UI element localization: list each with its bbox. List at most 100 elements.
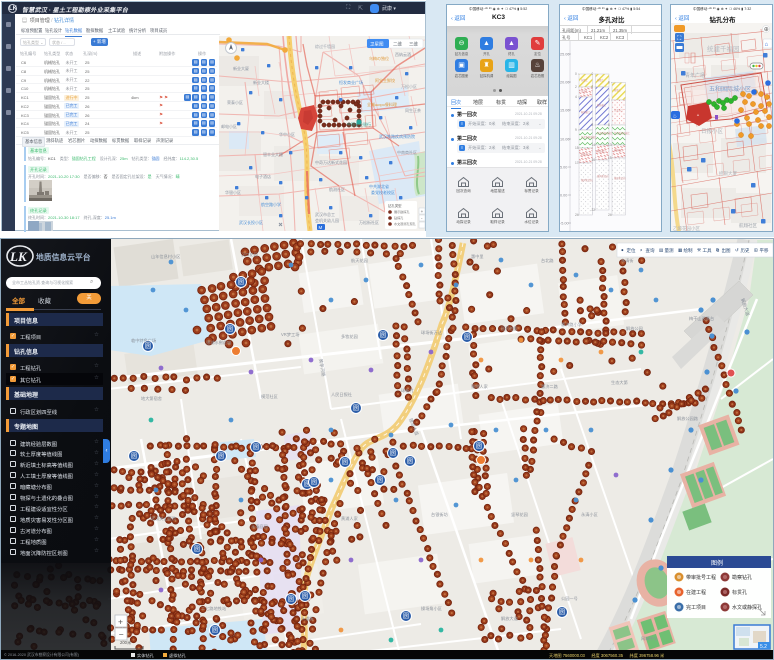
svg-text:LK: LK <box>9 249 28 264</box>
svg-text:恒发商业广场: 恒发商业广场 <box>339 79 363 85</box>
svg-text:模范社区: 模范社区 <box>261 393 278 400</box>
svg-text:囻: 囻 <box>194 546 200 553</box>
svg-text:量测: 量测 <box>665 247 674 254</box>
svg-text:20.00: 20.00 <box>560 81 570 85</box>
svg-text:囻: 囻 <box>342 459 348 466</box>
svg-text:邮电小区: 邮电小区 <box>221 123 237 129</box>
svg-text:勘察钻孔: 勘察钻孔 <box>732 574 752 581</box>
svg-text:永清庭园: 永清庭园 <box>251 523 268 530</box>
svg-text:惠济二路: 惠济二路 <box>541 383 559 390</box>
svg-text:航天花园: 航天花园 <box>351 257 368 264</box>
svg-text:钻探孔: 钻探孔 <box>394 215 403 220</box>
svg-text:0: 0 <box>592 72 594 76</box>
svg-text:0: 0 <box>608 81 610 85</box>
svg-text:武汉关山医院: 武汉关山医院 <box>151 515 177 522</box>
svg-text:♨: ♨ <box>673 114 677 120</box>
svg-text:中共湖北省: 中共湖北省 <box>369 183 389 189</box>
svg-text:万松街社区: 万松街社区 <box>359 219 379 225</box>
svg-text:历史: 历史 <box>741 247 750 254</box>
svg-text:带审批号工程: 带审批号工程 <box>686 574 716 581</box>
svg-text:武汉铁路疾病预防院: 武汉铁路疾病预防院 <box>379 133 415 139</box>
svg-text:●: ● <box>621 248 624 253</box>
svg-text:⊕: ⊕ <box>764 27 769 33</box>
svg-text:▤: ▤ <box>659 248 664 253</box>
svg-text:水文观测孔现孔: 水文观测孔现孔 <box>394 221 416 226</box>
svg-text:统建千福园: 统建千福园 <box>707 44 740 53</box>
svg-text:汉口花园: 汉口花园 <box>241 251 258 258</box>
svg-text:囻: 囻 <box>476 443 482 450</box>
svg-text:囻: 囻 <box>302 593 308 600</box>
svg-text:台银街坊: 台银街坊 <box>431 511 448 518</box>
svg-text:惠中里: 惠中里 <box>471 253 484 260</box>
svg-text:VR梦工场: VR梦工场 <box>281 331 299 338</box>
svg-text:绘制: 绘制 <box>684 247 693 254</box>
svg-text:囻: 囻 <box>380 332 386 339</box>
svg-text:万松小区: 万松小区 <box>401 83 417 89</box>
svg-text:委党校老校区: 委党校老校区 <box>371 189 395 195</box>
svg-text:15.00: 15.00 <box>560 109 570 113</box>
svg-text:25.00: 25.00 <box>560 53 570 57</box>
svg-text:囻: 囻 <box>407 458 413 465</box>
svg-text:展示勘探孔: 展示勘探孔 <box>394 209 409 214</box>
svg-text:二七路地铁站: 二七路地铁站 <box>201 605 226 612</box>
svg-text:人民日报社: 人民日报社 <box>331 391 352 398</box>
svg-text:囻: 囻 <box>218 453 224 460</box>
svg-text:囻: 囻 <box>131 453 137 460</box>
svg-text:会机关幼儿园: 会机关幼儿园 <box>315 217 339 223</box>
svg-text:囻: 囻 <box>390 450 396 457</box>
svg-text:乙烯花园小区: 乙烯花园小区 <box>673 225 700 232</box>
svg-text:8: 8 <box>592 123 594 127</box>
svg-text:囻: 囻 <box>353 405 359 412</box>
svg-text:8: 8 <box>608 123 610 127</box>
svg-text:水文或静探孔: 水文或静探孔 <box>732 604 762 611</box>
svg-text:银湖水榭花城: 银湖水榭花城 <box>206 339 232 346</box>
svg-text:招银大厦: 招银大厦 <box>719 170 737 177</box>
svg-text:⌂: ⌂ <box>765 42 769 48</box>
svg-text:永清小区: 永清小区 <box>581 511 598 518</box>
svg-text:西纳云酒: 西纳云酒 <box>395 51 411 57</box>
svg-text:航测社区: 航测社区 <box>329 186 345 192</box>
svg-text:囻: 囻 <box>464 334 470 341</box>
svg-text:银丰业大棚: 银丰业大棚 <box>263 151 283 157</box>
svg-text:竖琴花园: 竖琴花园 <box>511 511 528 518</box>
svg-text:武汉长投小区: 武汉长投小区 <box>239 219 263 225</box>
svg-text:山年信息村小区: 山年信息村小区 <box>151 253 180 260</box>
svg-text:综过千墙园: 综过千墙园 <box>315 43 335 49</box>
svg-text:查询: 查询 <box>646 247 655 254</box>
svg-text:华银小区: 华银小区 <box>225 189 241 195</box>
svg-text:生态大第: 生态大第 <box>611 379 628 386</box>
svg-text:+: + <box>118 617 123 627</box>
svg-text:解放大道: 解放大道 <box>501 615 519 622</box>
svg-text:囻: 囻 <box>253 444 259 451</box>
svg-text:解放公园: 解放公园 <box>626 325 643 332</box>
svg-text:定位: 定位 <box>627 247 636 254</box>
svg-text:航空路小学: 航空路小学 <box>261 201 281 207</box>
svg-text:地大第宿舍: 地大第宿舍 <box>141 395 163 402</box>
svg-text:中南商社区: 中南商社区 <box>397 149 417 155</box>
svg-text:全城широ餐料理: 全城широ餐料理 <box>367 101 397 107</box>
svg-text:出图: 出图 <box>722 247 731 254</box>
svg-text:中奇万达新式花园: 中奇万达新式花园 <box>315 159 347 165</box>
svg-text:航翔社区: 航翔社区 <box>739 222 757 229</box>
svg-text:▲: ▲ <box>696 112 700 117</box>
svg-text:图例: 图例 <box>711 559 723 567</box>
svg-text:在建工程: 在建工程 <box>686 589 706 596</box>
svg-text:完工项目: 完工项目 <box>686 604 706 611</box>
svg-text:台北路: 台北路 <box>541 257 554 264</box>
svg-text:4: 4 <box>575 95 577 99</box>
svg-text:乌梅の独位: 乌梅の独位 <box>369 55 389 61</box>
svg-text:同生正茶: 同生正茶 <box>405 107 421 113</box>
svg-text:网球中心: 网球中心 <box>641 635 659 642</box>
svg-text:囻: 囻 <box>311 479 317 486</box>
svg-text:−: − <box>119 630 124 640</box>
svg-text:▦: ▦ <box>678 248 683 253</box>
svg-text:球新村: 球新村 <box>401 387 414 394</box>
svg-text:操场角小区: 操场角小区 <box>421 605 442 612</box>
svg-text:囻: 囻 <box>145 343 151 350</box>
svg-text:解放公园路: 解放公园路 <box>677 415 699 422</box>
svg-text:10.00: 10.00 <box>560 138 570 142</box>
svg-text:囻: 囻 <box>377 477 383 484</box>
svg-text:多牧花园: 多牧花园 <box>341 333 358 340</box>
svg-text:0: 0 <box>575 72 577 76</box>
svg-text:↺: ↺ <box>735 248 739 253</box>
